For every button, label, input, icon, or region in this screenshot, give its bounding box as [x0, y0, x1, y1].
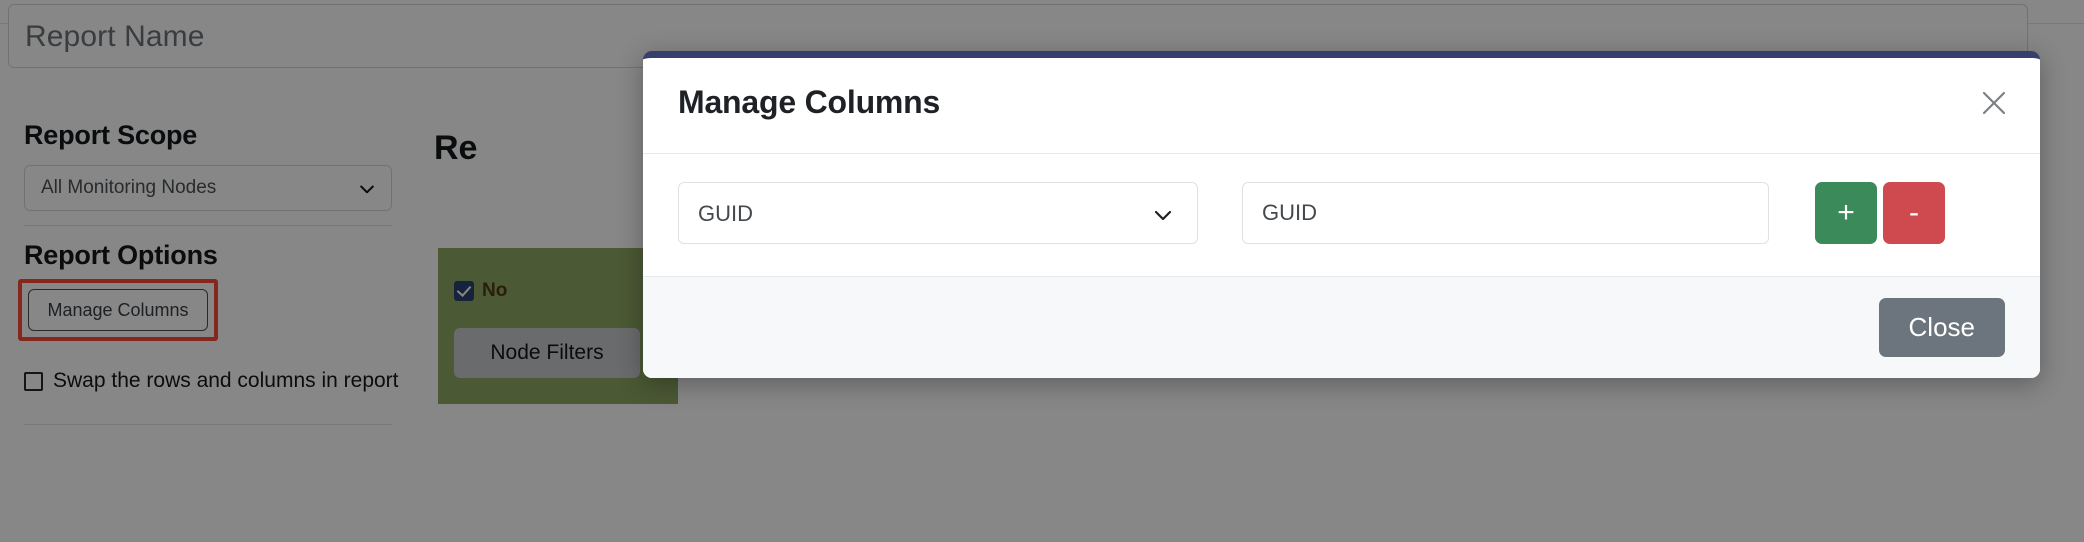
dialog-footer: Close [643, 276, 2040, 378]
swap-rows-columns-checkbox[interactable] [24, 371, 43, 391]
swap-rows-columns-row[interactable]: Swap the rows and columns in report [24, 369, 399, 393]
grid-cell[interactable] [1612, 406, 2084, 446]
preview-heading: Re [434, 129, 478, 167]
grid-cell[interactable] [438, 406, 680, 446]
close-button[interactable]: Close [1878, 298, 2005, 357]
node-filters-button[interactable]: Node Filters [454, 328, 640, 378]
close-icon [1979, 88, 2009, 121]
column-actions: + - [1815, 182, 1945, 244]
node-checkbox-label: No [482, 280, 508, 301]
remove-column-button[interactable]: - [1883, 182, 1945, 244]
manage-columns-button[interactable]: Manage Columns [28, 289, 208, 331]
divider [24, 225, 392, 226]
screen: Report Name Report Scope All Monitoring … [0, 0, 2084, 542]
divider [24, 424, 392, 425]
table-row [438, 406, 2084, 446]
close-icon-button[interactable] [1974, 84, 2014, 124]
node-checkbox-row[interactable]: No [454, 280, 507, 302]
grid-cell[interactable] [680, 406, 1146, 446]
dialog-title: Manage Columns [678, 84, 941, 120]
report-scope-select[interactable]: All Monitoring Nodes [24, 165, 392, 211]
manage-columns-dialog: Manage Columns GUID GUID + - Close [643, 51, 2040, 378]
report-scope-value: All Monitoring Nodes [41, 177, 217, 198]
column-name-input[interactable] [1242, 182, 1769, 244]
report-options-heading: Report Options [24, 240, 218, 270]
report-scope-heading: Report Scope [24, 120, 198, 150]
dialog-body: GUID + - [643, 154, 2040, 276]
chevron-down-icon [357, 179, 377, 199]
add-column-button[interactable]: + [1815, 182, 1877, 244]
swap-rows-columns-label: Swap the rows and columns in report [53, 369, 399, 392]
grid-cell[interactable] [1146, 406, 1612, 446]
column-type-select[interactable]: GUID [678, 182, 1198, 244]
column-type-value: GUID [698, 201, 753, 226]
manage-columns-highlight: Manage Columns [18, 279, 218, 341]
chevron-down-icon [1151, 203, 1175, 227]
dialog-header: Manage Columns [643, 58, 2040, 154]
node-checkbox[interactable] [454, 281, 474, 301]
